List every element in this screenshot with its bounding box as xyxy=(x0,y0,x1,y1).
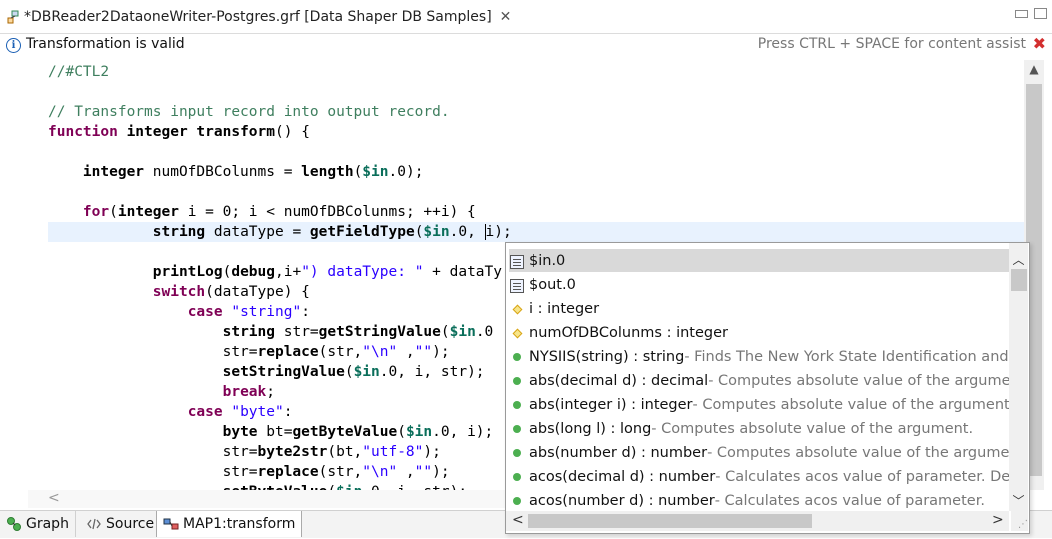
assist-item-label: abs(long l) : long xyxy=(529,420,652,437)
popup-scroll-up-icon[interactable]: ︿ xyxy=(1009,251,1028,268)
code-line[interactable]: string str=getStringValue($in.0 xyxy=(48,322,494,342)
function-icon xyxy=(509,445,525,461)
assist-item[interactable]: numOfDBColunms : integer xyxy=(509,321,1009,344)
minimize-icon[interactable] xyxy=(1015,10,1028,18)
resize-grip-icon[interactable]: ⋰ xyxy=(1011,511,1028,531)
function-icon xyxy=(509,397,525,413)
source-icon xyxy=(86,516,102,532)
graph-icon xyxy=(6,516,22,532)
function-icon xyxy=(509,349,525,365)
code-line[interactable]: setStringValue($in.0, i, str); xyxy=(48,362,485,382)
close-tab-icon[interactable]: ✕ xyxy=(500,9,512,25)
assist-item[interactable]: acos(decimal d) : number - Calculates ac… xyxy=(509,465,1009,488)
code-line[interactable]: setByteValue($in.0, i, str); xyxy=(48,482,467,490)
code-line[interactable]: integer numOfDBColunms = length($in.0); xyxy=(48,162,424,182)
code-line[interactable]: function integer transform() { xyxy=(48,122,310,142)
graph-file-icon xyxy=(6,9,22,25)
tab-graph-label: Graph xyxy=(26,516,69,532)
popup-scroll-down-icon[interactable]: ﹀ xyxy=(1009,492,1028,509)
assist-item-description: - Calculates acos value of parameter. De… xyxy=(715,468,1009,485)
editor-gutter xyxy=(0,60,28,510)
info-icon: i xyxy=(6,38,21,53)
popup-scrollbar-thumb[interactable] xyxy=(1011,269,1027,291)
assist-item-label: numOfDBColunms : integer xyxy=(529,324,728,341)
popup-scroll-left-icon[interactable]: < xyxy=(512,512,524,528)
code-line[interactable]: switch(dataType) { xyxy=(48,282,310,302)
function-icon xyxy=(509,421,525,437)
tab-source[interactable]: Source xyxy=(80,511,162,537)
tab-source-label: Source xyxy=(106,516,155,532)
record-icon xyxy=(509,277,525,293)
code-line[interactable]: byte bt=getByteValue($in.0, i); xyxy=(48,422,494,442)
scroll-up-icon[interactable]: ▲ xyxy=(1024,62,1044,76)
code-line[interactable]: // Transforms input record into output r… xyxy=(48,102,450,122)
code-line[interactable]: case "byte": xyxy=(48,402,293,422)
assist-item-description: - Computes absolute value of the argumen… xyxy=(651,420,974,437)
error-close-icon[interactable]: ✖ xyxy=(1033,34,1046,53)
assist-item-label: abs(decimal d) : decimal xyxy=(529,372,709,389)
assist-item-description: - Computes absolute value of the argumen… xyxy=(708,372,1009,389)
code-line[interactable]: str=byte2str(bt,"utf-8"); xyxy=(48,442,441,462)
validation-message: Transformation is valid xyxy=(26,36,185,52)
code-line[interactable]: case "string": xyxy=(48,302,310,322)
code-line[interactable]: break; xyxy=(48,382,275,402)
assist-item-description: - Finds The New York State Identificatio… xyxy=(684,348,1009,365)
assist-item-label: i : integer xyxy=(529,300,600,317)
assist-item[interactable]: $in.0 xyxy=(509,249,1009,272)
variable-icon xyxy=(509,325,525,341)
code-line[interactable]: for(integer i = 0; i < numOfDBColunms; +… xyxy=(48,202,476,222)
assist-item-description: - Computes absolute value of the argumen… xyxy=(707,444,1009,461)
maximize-icon[interactable] xyxy=(1034,8,1047,19)
tab-map1-transform[interactable]: MAP1:transform xyxy=(156,511,303,537)
validation-bar: i Transformation is valid Press CTRL + S… xyxy=(0,34,1052,58)
assist-item-label: acos(number d) : number xyxy=(529,492,715,509)
document-tab[interactable]: *DBReader2DataoneWriter-Postgres.grf [Da… xyxy=(0,0,517,33)
assist-item-label: abs(number d) : number xyxy=(529,444,708,461)
variable-icon xyxy=(509,301,525,317)
assist-item-label: $in.0 xyxy=(529,252,566,269)
function-icon xyxy=(509,373,525,389)
popup-scroll-right-icon[interactable]: > xyxy=(992,512,1004,528)
popup-hscroll-thumb[interactable] xyxy=(528,514,812,528)
editor-title-bar: *DBReader2DataoneWriter-Postgres.grf [Da… xyxy=(0,0,1052,34)
assist-item[interactable]: NYSIIS(string) : string - Finds The New … xyxy=(509,345,1009,368)
assist-item-label: NYSIIS(string) : string xyxy=(529,348,685,365)
scroll-left-icon[interactable]: < xyxy=(48,490,60,506)
code-line[interactable]: str=replace(str,"\n" ,""); xyxy=(48,342,450,362)
assist-item[interactable]: $out.0 xyxy=(509,273,1009,296)
popup-horizontal-scrollbar[interactable]: < > xyxy=(506,511,1009,531)
assist-item[interactable]: abs(decimal d) : decimal - Computes abso… xyxy=(509,369,1009,392)
assist-item-label: abs(integer i) : integer xyxy=(529,396,693,413)
assist-item[interactable]: abs(number d) : number - Computes absolu… xyxy=(509,441,1009,464)
content-assist-hint: Press CTRL + SPACE for content assist xyxy=(757,36,1026,52)
assist-item[interactable]: abs(integer i) : integer - Computes abso… xyxy=(509,393,1009,416)
assist-item-label: $out.0 xyxy=(529,276,576,293)
transform-icon xyxy=(163,516,179,532)
assist-item-description: - Computes absolute value of the argumen… xyxy=(692,396,1009,413)
code-line[interactable]: printLog(debug,i+") dataType: " + dataTy xyxy=(48,262,502,282)
assist-item[interactable]: abs(long l) : long - Computes absolute v… xyxy=(509,417,1009,440)
code-line[interactable]: //#CTL2 xyxy=(48,62,109,82)
assist-item-description: - Calculates acos value of parameter. xyxy=(714,492,985,509)
content-assist-list[interactable]: $in.0 $out.0 i : integer numOfDBColunms : i… xyxy=(506,243,1009,511)
popup-vertical-scrollbar[interactable]: ︿ ﹀ xyxy=(1009,243,1028,511)
assist-item-label: acos(decimal d) : number xyxy=(529,468,716,485)
content-assist-popup[interactable]: $in.0 $out.0 i : integer numOfDBColunms : i… xyxy=(505,242,1030,534)
document-title: *DBReader2DataoneWriter-Postgres.grf [Da… xyxy=(24,8,492,25)
function-icon xyxy=(509,469,525,485)
assist-item[interactable]: acos(number d) : number - Calculates aco… xyxy=(509,489,1009,511)
tab-map1-transform-label: MAP1:transform xyxy=(183,516,296,532)
assist-item[interactable]: i : integer xyxy=(509,297,1009,320)
tab-graph[interactable]: Graph xyxy=(0,511,76,537)
record-icon xyxy=(509,253,525,269)
code-line[interactable]: str=replace(str,"\n" ,""); xyxy=(48,462,450,482)
code-line[interactable]: string dataType = getFieldType($in.0, i)… xyxy=(48,222,1024,242)
function-icon xyxy=(509,493,525,509)
